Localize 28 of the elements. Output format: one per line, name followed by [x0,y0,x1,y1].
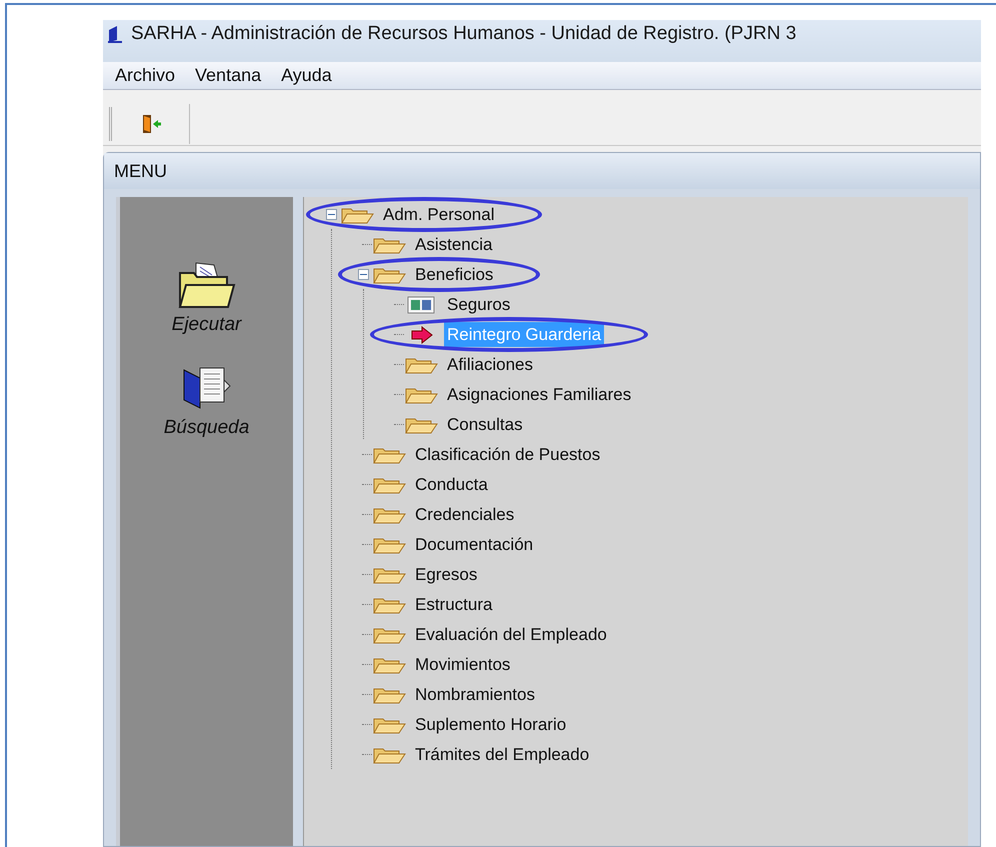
tree-item[interactable]: Movimientos [412,652,514,678]
tree-item[interactable]: Trámites del Empleado [412,742,592,768]
tree-item[interactable]: Documentación [412,532,536,558]
sidebar-button[interactable]: Búsqueda [164,362,250,442]
app-icon [107,24,123,44]
tree-item[interactable]: Afiliaciones [444,352,536,378]
tree-item[interactable]: Estructura [412,592,496,618]
tree-item[interactable]: Credenciales [412,502,518,528]
tree-item[interactable]: Evaluación del Empleado [412,622,610,648]
tree-item[interactable]: Nombramientos [412,682,538,708]
window-title: MENU [114,160,167,182]
menu-item[interactable]: Ventana [195,62,262,89]
tree-item[interactable]: Asignaciones Familiares [444,382,634,408]
tree-item[interactable]: Suplemento Horario [412,712,570,738]
tree-item[interactable]: Asistencia [412,232,496,258]
sidebar-button[interactable]: Ejecutar [172,259,242,340]
tree-item[interactable]: Clasificación de Puestos [412,442,604,468]
menu-item[interactable]: Archivo [115,62,176,89]
window-title: SARHA - Administración de Recursos Humanos - Unidad de Registro. (PJRN 3 [131,22,796,46]
menu-item[interactable]: Ayuda [281,62,332,89]
tree-item[interactable]: Adm. Personal [380,202,498,228]
tree-item[interactable]: Consultas [444,412,526,438]
collapse-toggle[interactable] [326,209,336,220]
tree-item[interactable]: Egresos [412,562,480,588]
tree-item[interactable]: Seguros [444,292,514,318]
collapse-toggle[interactable] [358,269,368,280]
tree-item[interactable]: Beneficios [412,262,496,288]
tree-item[interactable]: Conducta [412,472,491,498]
